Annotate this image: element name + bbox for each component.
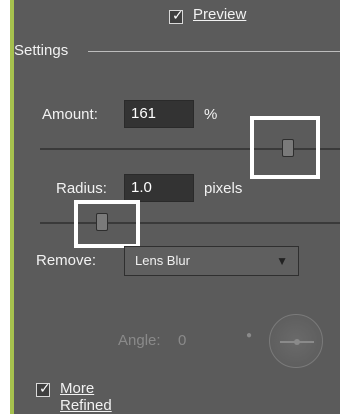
radius-unit: pixels [204, 180, 243, 197]
angle-indicator-dot: ● [246, 330, 253, 341]
more-refined-checkbox[interactable]: ✓ [36, 381, 51, 397]
preview-checkbox[interactable]: ✓ [169, 8, 184, 24]
checkmark-icon: ✓ [39, 381, 51, 397]
amount-input[interactable]: 161 [124, 100, 194, 128]
radius-input[interactable]: 1.0 [124, 174, 194, 202]
remove-label: Remove: [36, 252, 96, 269]
chevron-down-icon: ▼ [276, 254, 288, 268]
amount-unit: % [204, 106, 218, 123]
angle-dial-center [294, 339, 300, 345]
more-refined-label: More Refined [60, 380, 112, 414]
amount-label: Amount: [42, 106, 98, 123]
remove-label-text: Remove: [36, 252, 97, 269]
angle-dial-icon[interactable] [269, 314, 323, 368]
settings-title: Settings [14, 42, 69, 59]
amount-slider-highlight [250, 116, 320, 179]
remove-select-value: Lens Blur [135, 253, 190, 268]
radius-label: Radius: [56, 180, 107, 197]
angle-label: Angle: [118, 332, 161, 349]
preview-label: Preview [193, 6, 247, 23]
settings-divider [88, 51, 340, 52]
angle-value: 0 [178, 332, 187, 349]
checkmark-icon: ✓ [172, 8, 184, 24]
remove-select[interactable]: Lens Blur ▼ [124, 246, 299, 276]
smart-sharpen-panel: ✓ Preview Settings Amount: 161 % Radius:… [10, 0, 340, 414]
radius-slider-highlight [74, 200, 140, 248]
